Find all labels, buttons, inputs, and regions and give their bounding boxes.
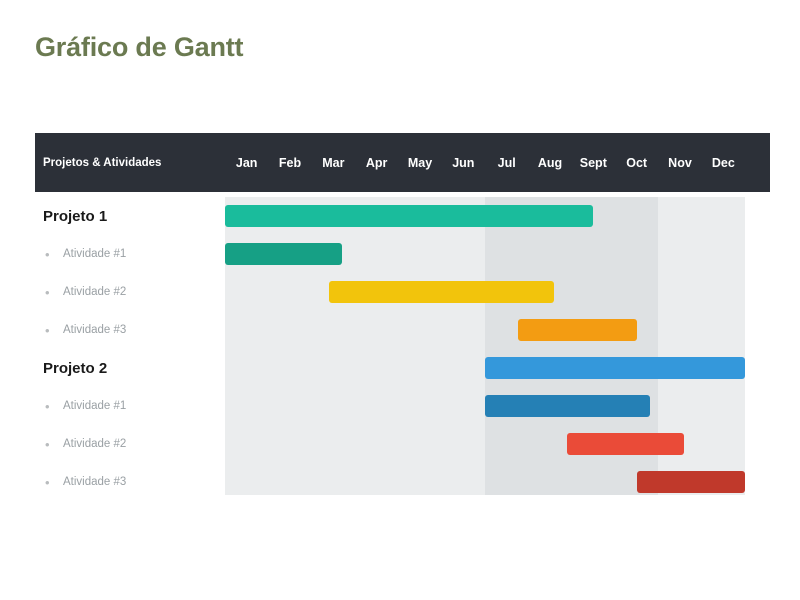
gantt-row-activity[interactable]: • Atividade #1 xyxy=(35,235,770,273)
gantt-bar[interactable] xyxy=(485,395,650,417)
slide-canvas: Gráfico de Gantt Projetos & Atividades J… xyxy=(0,0,800,600)
month-header-jan: Jan xyxy=(235,155,258,170)
month-header-mar: Mar xyxy=(322,155,345,170)
gantt-bar[interactable] xyxy=(485,357,745,379)
bullet-icon: • xyxy=(45,322,50,338)
month-header-nov: Nov xyxy=(668,155,692,170)
gantt-row-activity[interactable]: • Atividade #3 xyxy=(35,311,770,349)
gantt-bar[interactable] xyxy=(225,205,594,227)
gantt-header-bar: Projetos & Atividades Jan Feb Mar Apr May Jun… xyxy=(35,133,770,192)
bullet-icon: • xyxy=(45,246,50,262)
row-label: Atividade #1 xyxy=(63,248,127,260)
row-label: Atividade #1 xyxy=(63,400,127,412)
bullet-icon: • xyxy=(45,284,50,300)
month-header-apr: Apr xyxy=(365,155,388,170)
row-label: Projeto 1 xyxy=(43,207,108,225)
gantt-chart: Projetos & Atividades Jan Feb Mar Apr May Jun… xyxy=(35,133,770,495)
month-header-oct: Oct xyxy=(626,155,648,170)
row-label: Atividade #3 xyxy=(63,476,127,488)
month-header-jun: Jun xyxy=(452,155,475,170)
month-header-feb: Feb xyxy=(278,155,302,170)
page-title: Gráfico de Gantt xyxy=(35,32,244,62)
month-header-jul: Jul xyxy=(497,155,516,170)
month-header-may: May xyxy=(407,155,433,170)
column-header-projects-activities: Projetos & Atividades xyxy=(43,156,162,169)
gantt-bar[interactable] xyxy=(329,281,555,303)
gantt-bar[interactable] xyxy=(517,319,637,341)
row-label: Atividade #3 xyxy=(63,324,127,336)
row-label: Atividade #2 xyxy=(63,286,127,298)
row-label: Atividade #2 xyxy=(63,438,127,450)
gantt-bar[interactable] xyxy=(225,243,342,265)
bullet-icon: • xyxy=(45,436,50,452)
month-header-sept: Sept xyxy=(579,155,607,170)
month-header-aug: Aug xyxy=(537,155,563,170)
gantt-bar[interactable] xyxy=(567,433,685,455)
gantt-row-activity[interactable]: • Atividade #1 xyxy=(35,387,770,425)
gantt-bar[interactable] xyxy=(636,471,745,493)
bullet-icon: • xyxy=(45,474,50,490)
bullet-icon: • xyxy=(45,398,50,414)
row-label: Projeto 2 xyxy=(43,359,108,377)
month-header-dec: Dec xyxy=(711,155,735,170)
